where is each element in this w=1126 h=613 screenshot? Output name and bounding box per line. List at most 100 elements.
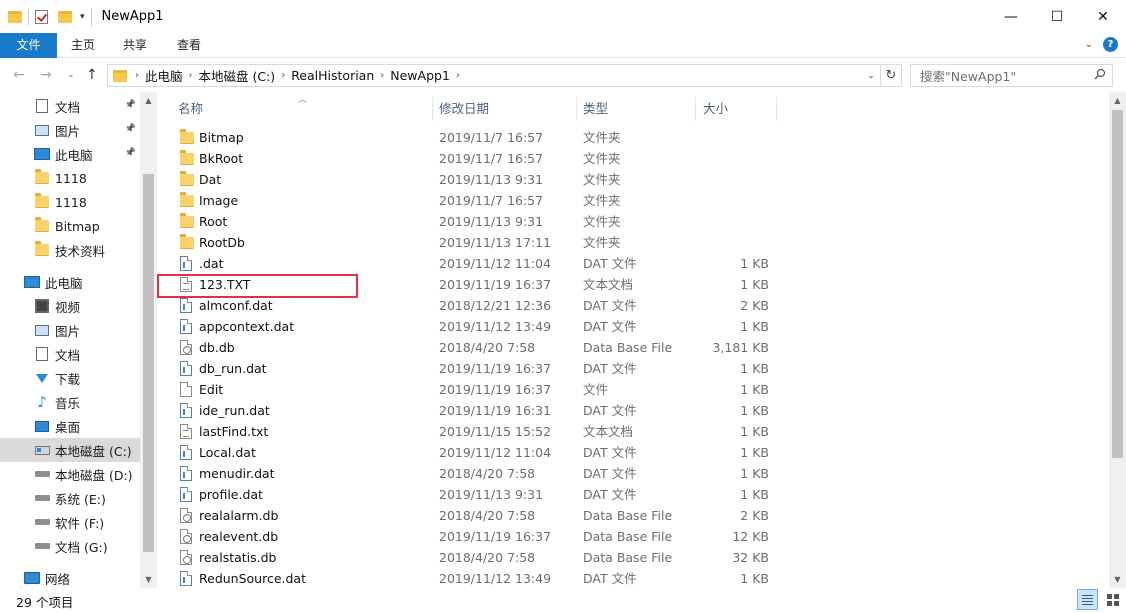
title-bar: ▾ NewApp1 — ☐ ✕ bbox=[0, 0, 1126, 33]
pin-icon[interactable]: 📌 bbox=[125, 124, 136, 134]
scroll-up-arrow-icon[interactable]: ▲ bbox=[1109, 92, 1126, 109]
file-row[interactable]: almconf.dat 2018/12/21 12:36 DAT 文件 2 KB bbox=[157, 295, 777, 316]
back-arrow-icon[interactable]: ← bbox=[13, 67, 25, 83]
address-bar[interactable]: › 此电脑 › 本地磁盘 (C:) › RealHistorian › NewA… bbox=[107, 64, 881, 87]
scrollbar-thumb[interactable] bbox=[1112, 110, 1123, 458]
forward-arrow-icon[interactable]: → bbox=[40, 67, 52, 83]
nav-item-pc-1[interactable]: 图片 bbox=[0, 318, 140, 342]
nav-item-pc-5[interactable]: 桌面 bbox=[0, 414, 140, 438]
column-header-date[interactable]: 修改日期 bbox=[430, 97, 575, 121]
file-icon-wrap bbox=[180, 233, 196, 250]
breadcrumb-newapp1[interactable]: NewApp1 bbox=[390, 68, 450, 83]
desktop-icon bbox=[35, 420, 49, 432]
file-row[interactable]: RedunSource.dat 2019/11/12 13:49 DAT 文件 1 K… bbox=[157, 568, 777, 588]
file-row[interactable]: Edit 2019/11/19 16:37 文件 1 KB bbox=[157, 379, 777, 400]
breadcrumb-this-pc[interactable]: 此电脑 bbox=[145, 66, 183, 85]
nav-item-quick-0[interactable]: 文档 📌 bbox=[0, 94, 140, 118]
minimize-button[interactable]: — bbox=[988, 0, 1034, 33]
file-row[interactable]: db.db 2018/4/20 7:58 Data Base File 3,181 K… bbox=[157, 337, 777, 358]
expand-ribbon-icon[interactable]: ⌄ bbox=[1085, 39, 1093, 50]
file-list-scrollbar[interactable]: ▲ ▼ bbox=[1109, 92, 1126, 588]
file-row[interactable]: Root 2019/11/13 9:31 文件夹 bbox=[157, 211, 777, 232]
chevron-right-icon[interactable]: › bbox=[380, 70, 384, 81]
nav-item-quick-5[interactable]: Bitmap bbox=[0, 214, 140, 238]
breadcrumb-realhistorian[interactable]: RealHistorian bbox=[291, 68, 374, 83]
file-row[interactable]: Dat 2019/11/13 9:31 文件夹 bbox=[157, 169, 777, 190]
recent-locations-icon[interactable]: ⌄ bbox=[67, 70, 75, 80]
file-row[interactable]: realalarm.db 2018/4/20 7:58 Data Base File… bbox=[157, 505, 777, 526]
chevron-down-icon[interactable]: ⌄ bbox=[862, 65, 880, 86]
nav-item-quick-1[interactable]: 图片 📌 bbox=[0, 118, 140, 142]
nav-item-pc-6[interactable]: 本地磁盘 (C:) bbox=[0, 438, 140, 462]
file-row[interactable]: ide_run.dat 2019/11/19 16:31 DAT 文件 1 KB bbox=[157, 400, 777, 421]
file-row[interactable]: BkRoot 2019/11/7 16:57 文件夹 bbox=[157, 148, 777, 169]
customize-toolbar-icon[interactable]: ▾ bbox=[80, 12, 85, 22]
scrollbar-thumb[interactable] bbox=[143, 174, 154, 552]
tab-home[interactable]: 主页 bbox=[57, 33, 109, 58]
scroll-up-arrow-icon[interactable]: ▲ bbox=[140, 92, 157, 109]
file-date: 2019/11/12 13:49 bbox=[439, 319, 552, 334]
nav-item-quick-6[interactable]: 技术资料 bbox=[0, 238, 140, 262]
nav-item-pc-8[interactable]: 系统 (E:) bbox=[0, 486, 140, 510]
nav-item-network[interactable]: 网络 bbox=[0, 566, 140, 590]
file-row[interactable]: menudir.dat 2018/4/20 7:58 DAT 文件 1 KB bbox=[157, 463, 777, 484]
nav-item-quick-3[interactable]: 1118 bbox=[0, 166, 140, 190]
file-date: 2018/4/20 7:58 bbox=[439, 466, 536, 481]
file-date: 2019/11/7 16:57 bbox=[439, 130, 544, 145]
chevron-right-icon[interactable]: › bbox=[135, 70, 139, 81]
search-input[interactable]: 搜索"NewApp1" bbox=[910, 64, 1113, 87]
pin-icon[interactable]: 📌 bbox=[125, 100, 136, 110]
nav-item-pc-3[interactable]: 下载 bbox=[0, 366, 140, 390]
file-row[interactable]: Image 2019/11/7 16:57 文件夹 bbox=[157, 190, 777, 211]
file-row[interactable]: RootDb 2019/11/13 17:11 文件夹 bbox=[157, 232, 777, 253]
drive-c-icon bbox=[34, 445, 50, 455]
column-header-size[interactable]: 大小 bbox=[694, 97, 776, 121]
details-view-button[interactable] bbox=[1077, 589, 1098, 610]
properties-icon[interactable] bbox=[35, 9, 48, 24]
file-row[interactable]: appcontext.dat 2019/11/12 13:49 DAT 文件 1 KB bbox=[157, 316, 777, 337]
column-header-type[interactable]: 类型 bbox=[574, 97, 694, 121]
file-row[interactable]: profile.dat 2019/11/13 9:31 DAT 文件 1 KB bbox=[157, 484, 777, 505]
refresh-button[interactable]: ↻ bbox=[881, 64, 902, 87]
chevron-right-icon[interactable]: › bbox=[189, 70, 193, 81]
tab-share[interactable]: 共享 bbox=[109, 33, 161, 58]
nav-item-quick-2[interactable]: 此电脑 📌 bbox=[0, 142, 140, 166]
file-row[interactable]: realevent.db 2019/11/19 16:37 Data Base Fi… bbox=[157, 526, 777, 547]
file-row[interactable]: 123.TXT 2019/11/19 16:37 文本文档 1 KB bbox=[157, 274, 777, 298]
file-icon-wrap bbox=[180, 382, 196, 397]
help-icon[interactable]: ? bbox=[1103, 37, 1118, 52]
column-divider[interactable] bbox=[776, 97, 777, 121]
nav-item-pc-10[interactable]: 文档 (G:) bbox=[0, 534, 140, 558]
file-row[interactable]: lastFind.txt 2019/11/15 15:52 文本文档 1 KB bbox=[157, 421, 777, 442]
new-folder-icon[interactable] bbox=[58, 10, 72, 23]
search-icon[interactable] bbox=[1094, 68, 1106, 80]
nav-item-pc-7[interactable]: 本地磁盘 (D:) bbox=[0, 462, 140, 486]
chevron-right-icon[interactable]: › bbox=[456, 70, 460, 81]
nav-item-quick-4[interactable]: 1118 bbox=[0, 190, 140, 214]
nav-pane-scrollbar[interactable]: ▲ ▼ bbox=[140, 92, 157, 588]
file-type: 文件夹 bbox=[583, 193, 621, 208]
nav-item-pc-2[interactable]: 文档 bbox=[0, 342, 140, 366]
file-row[interactable]: Local.dat 2019/11/12 11:04 DAT 文件 1 KB bbox=[157, 442, 777, 463]
file-row[interactable]: Bitmap 2019/11/7 16:57 文件夹 bbox=[157, 127, 777, 148]
up-arrow-icon[interactable]: ↑ bbox=[86, 67, 98, 83]
chevron-right-icon[interactable]: › bbox=[281, 70, 285, 81]
breadcrumb-drive-c[interactable]: 本地磁盘 (C:) bbox=[199, 66, 276, 85]
nav-item-pc-4[interactable]: ♪ 音乐 bbox=[0, 390, 140, 414]
nav-item-this-pc[interactable]: 此电脑 bbox=[0, 270, 140, 294]
file-row[interactable]: .dat 2019/11/12 11:04 DAT 文件 1 KB bbox=[157, 253, 777, 274]
tab-view[interactable]: 查看 bbox=[161, 33, 217, 58]
column-header-name[interactable]: 名称 bbox=[169, 97, 434, 121]
tab-file[interactable]: 文件 bbox=[0, 33, 57, 58]
nav-item-pc-0[interactable]: 视频 bbox=[0, 294, 140, 318]
file-row[interactable]: realstatis.db 2018/4/20 7:58 Data Base Fil… bbox=[157, 547, 777, 568]
scroll-down-arrow-icon[interactable]: ▼ bbox=[140, 571, 157, 588]
large-icons-view-button[interactable] bbox=[1102, 589, 1123, 610]
nav-item-pc-9[interactable]: 软件 (F:) bbox=[0, 510, 140, 534]
close-button[interactable]: ✕ bbox=[1080, 0, 1126, 33]
pin-icon[interactable]: 📌 bbox=[125, 148, 136, 158]
file-row[interactable]: db_run.dat 2019/11/19 16:37 DAT 文件 1 KB bbox=[157, 358, 777, 379]
scroll-down-arrow-icon[interactable]: ▼ bbox=[1109, 571, 1126, 588]
maximize-button[interactable]: ☐ bbox=[1034, 0, 1080, 33]
folder-icon[interactable] bbox=[8, 10, 22, 23]
